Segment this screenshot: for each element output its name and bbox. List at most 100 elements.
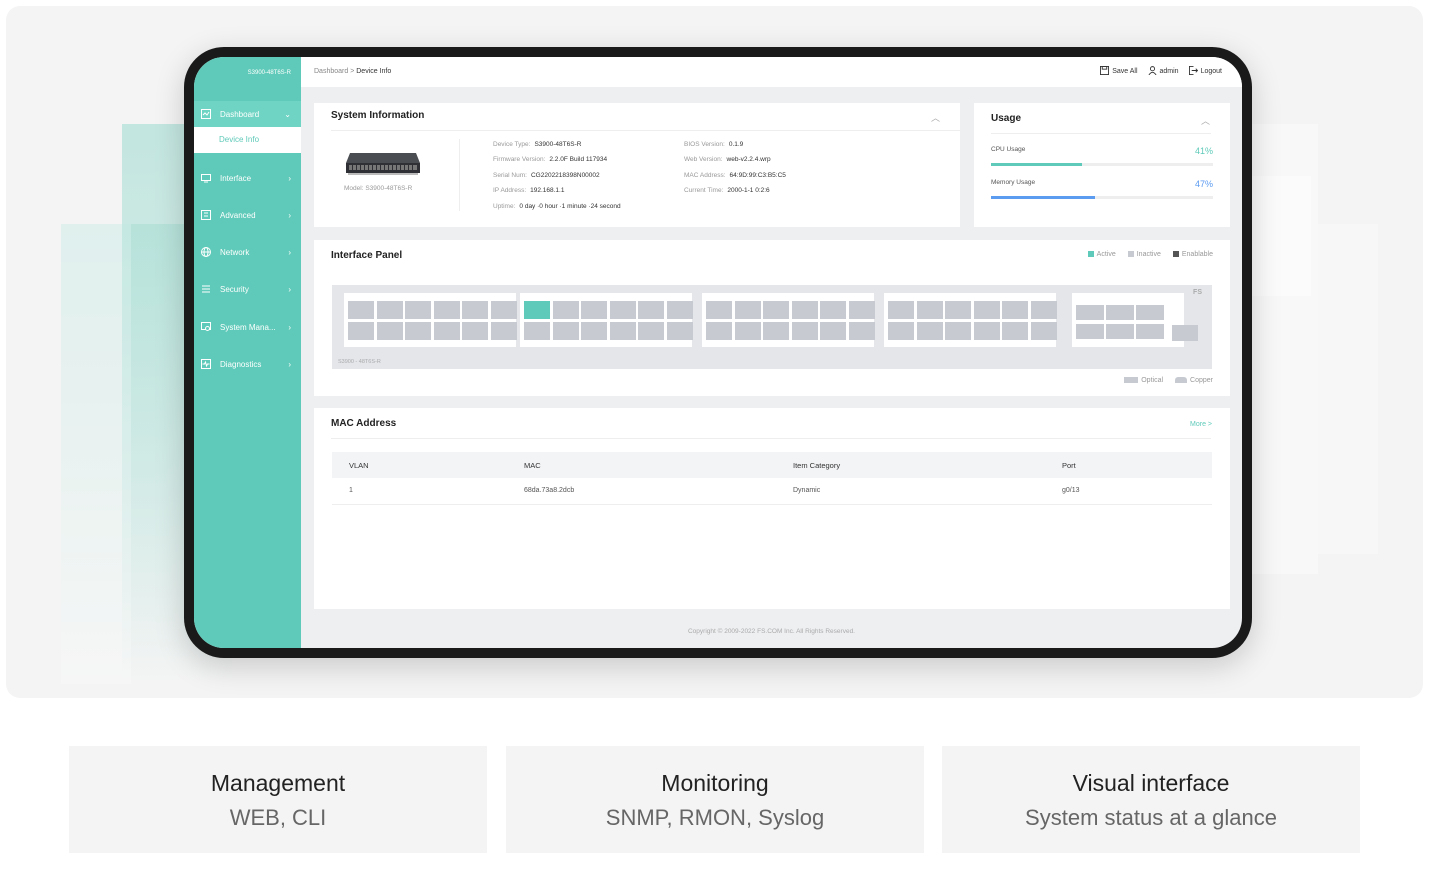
ethernet-port[interactable] [763,301,789,319]
system-icon [200,321,212,333]
sidebar-item-label: Security [220,284,249,294]
ethernet-port[interactable] [666,301,693,319]
ethernet-port[interactable] [524,322,550,340]
sidebar-item-security[interactable]: Security › [194,276,301,302]
feature-management: Management WEB, CLI [69,746,487,853]
ethernet-port[interactable] [609,301,636,319]
ethernet-port[interactable] [609,322,636,340]
column-header-mac[interactable]: MAC [507,452,776,478]
column-header-vlan[interactable]: VLAN [332,452,507,478]
ethernet-port[interactable] [666,322,693,340]
sfp-port[interactable] [1106,324,1134,339]
breadcrumb-root[interactable]: Dashboard [314,68,348,75]
user-menu[interactable]: admin [1148,66,1179,77]
ethernet-port[interactable] [462,322,488,340]
sidebar-item-system-management[interactable]: System Mana... › [194,314,301,340]
cell-item-category: Dynamic [776,478,1045,505]
ethernet-port[interactable] [945,322,971,340]
chevron-right-icon: › [288,284,291,294]
ethernet-port[interactable] [348,301,374,319]
ethernet-port[interactable] [638,301,664,319]
ethernet-port[interactable] [348,322,374,340]
feature-subtitle: WEB, CLI [229,805,327,830]
divider-vertical [459,139,460,211]
cell-vlan: 1 [332,478,507,505]
sfp-port[interactable] [1136,305,1164,320]
globe-icon [200,246,212,258]
ethernet-port[interactable] [490,301,517,319]
console-port[interactable] [1172,325,1198,341]
sfp-port[interactable] [1076,305,1104,320]
ethernet-port[interactable] [820,322,846,340]
ip-row: IP Address: 192.168.1.1 [493,187,565,194]
ethernet-port[interactable] [973,322,1000,340]
sidebar-item-interface[interactable]: Interface › [194,165,301,191]
legend-optical: Optical [1124,377,1163,384]
logout-label: Logout [1200,68,1222,75]
ethernet-port[interactable] [791,301,818,319]
ethernet-port[interactable] [888,322,914,340]
device-screen: S3900-48T6S-R Dashboard ⌄ Device Info In… [194,57,1242,648]
save-all-button[interactable]: Save All [1100,66,1138,77]
port-type-legend: Optical Copper [1124,377,1213,384]
sidebar-item-network[interactable]: Network › [194,239,301,265]
ethernet-port[interactable] [581,322,607,340]
ethernet-port[interactable] [848,301,875,319]
sfp-port[interactable] [1106,305,1134,320]
ethernet-port[interactable] [763,322,789,340]
sfp-port[interactable] [1076,324,1104,339]
ethernet-port[interactable] [405,301,431,319]
ethernet-port[interactable] [734,322,761,340]
feature-title: Management [210,770,346,796]
ethernet-port[interactable] [638,322,664,340]
card-title: System Information [331,110,425,121]
ethernet-port[interactable] [916,301,943,319]
ethernet-port[interactable] [405,322,431,340]
sidebar: S3900-48T6S-R Dashboard ⌄ Device Info In… [194,57,301,648]
sidebar-item-label: Advanced [220,210,256,220]
ethernet-port[interactable] [552,301,579,319]
ethernet-port[interactable] [376,322,403,340]
advanced-icon [200,209,212,221]
ethernet-port[interactable] [490,322,517,340]
chevron-up-icon[interactable]: ︿ [931,111,940,124]
sidebar-item-diagnostics[interactable]: Diagnostics › [194,351,301,377]
ethernet-port[interactable] [433,322,460,340]
ethernet-port[interactable] [581,301,607,319]
ethernet-port[interactable] [1030,301,1057,319]
ethernet-port[interactable] [706,322,732,340]
ethernet-port[interactable] [433,301,460,319]
header-actions: Save All admin Logout [1100,66,1222,77]
ethernet-port[interactable] [552,322,579,340]
ethernet-port[interactable] [848,322,875,340]
ethernet-port[interactable] [524,301,550,319]
ethernet-port[interactable] [376,301,403,319]
column-header-item-category[interactable]: Item Category [776,452,1045,478]
ethernet-port[interactable] [820,301,846,319]
sidebar-subitem-device-info[interactable]: Device Info [194,127,301,153]
sidebar-item-advanced[interactable]: Advanced › [194,202,301,228]
table-row[interactable]: 1 68da.73a8.2dcb Dynamic g0/13 [332,478,1212,505]
ethernet-port[interactable] [1030,322,1057,340]
logout-button[interactable]: Logout [1188,66,1222,77]
column-header-port[interactable]: Port [1045,452,1212,478]
more-link[interactable]: More > [1190,421,1212,428]
ethernet-port[interactable] [791,322,818,340]
serial-row: Serial Num: CG2202218398N00002 [493,172,600,179]
cpu-usage-label: CPU Usage [991,146,1026,153]
ethernet-port[interactable] [462,301,488,319]
sfp-port[interactable] [1136,324,1164,339]
breadcrumb-separator: > [350,68,355,75]
ethernet-port[interactable] [945,301,971,319]
mac-address-row: MAC Address: 64:9D:99:C3:B5:C5 [684,172,786,179]
ethernet-port[interactable] [916,322,943,340]
ethernet-port[interactable] [1002,301,1028,319]
ethernet-port[interactable] [734,301,761,319]
sidebar-item-dashboard[interactable]: Dashboard ⌄ [194,101,301,127]
chevron-down-icon: ⌄ [284,109,291,119]
ethernet-port[interactable] [706,301,732,319]
ethernet-port[interactable] [1002,322,1028,340]
ethernet-port[interactable] [888,301,914,319]
ethernet-port[interactable] [973,301,1000,319]
chevron-up-icon[interactable]: ︿ [1201,114,1210,127]
